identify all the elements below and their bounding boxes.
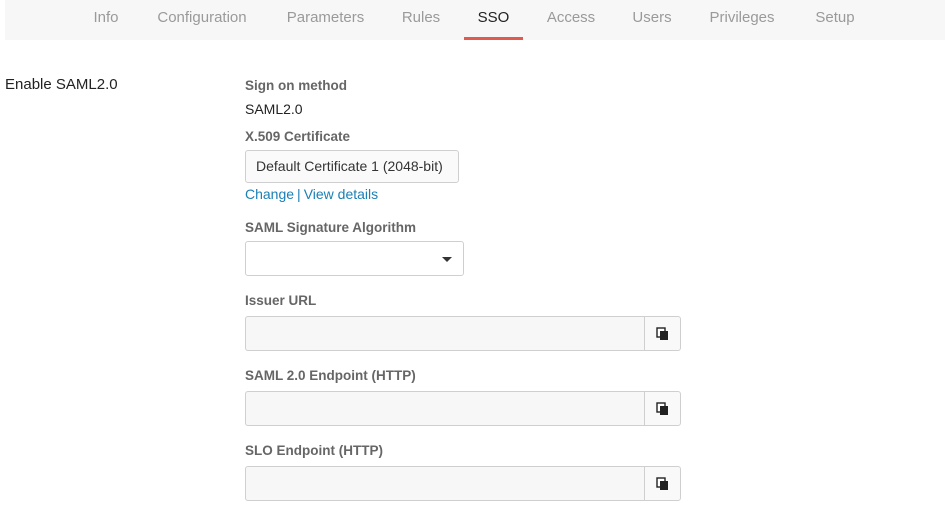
tab-users[interactable]: Users xyxy=(631,0,673,40)
slo-endpoint-group xyxy=(245,466,681,501)
signature-algorithm-label: SAML Signature Algorithm xyxy=(245,220,417,235)
tab-bar: Info Configuration Parameters Rules SSO … xyxy=(5,0,945,40)
copy-icon xyxy=(656,402,668,415)
issuer-url-input[interactable] xyxy=(245,316,645,351)
copy-issuer-url-button[interactable] xyxy=(644,316,681,351)
tab-parameters[interactable]: Parameters xyxy=(285,0,366,40)
chevron-down-icon xyxy=(442,257,452,262)
signature-algorithm-select[interactable] xyxy=(245,241,464,276)
tab-access[interactable]: Access xyxy=(545,0,597,40)
change-certificate-link[interactable]: Change xyxy=(245,186,294,202)
certificate-label: X.509 Certificate xyxy=(245,129,351,144)
tab-sso[interactable]: SSO xyxy=(464,0,523,40)
saml-endpoint-input[interactable] xyxy=(245,391,645,426)
issuer-url-group xyxy=(245,316,681,351)
copy-icon xyxy=(656,327,668,340)
view-details-link[interactable]: View details xyxy=(304,186,378,202)
sign-on-method-value: SAML2.0 xyxy=(245,101,303,117)
copy-saml-endpoint-button[interactable] xyxy=(644,391,681,426)
tab-info[interactable]: Info xyxy=(89,0,123,40)
certificate-links: Change | View details xyxy=(245,186,378,202)
slo-endpoint-input[interactable] xyxy=(245,466,645,501)
sign-on-method-label: Sign on method xyxy=(245,78,347,93)
issuer-url-label: Issuer URL xyxy=(245,293,317,308)
tab-setup[interactable]: Setup xyxy=(813,0,857,40)
tab-privileges[interactable]: Privileges xyxy=(708,0,776,40)
copy-slo-endpoint-button[interactable] xyxy=(644,466,681,501)
section-title: Enable SAML2.0 xyxy=(5,76,118,93)
saml-endpoint-group xyxy=(245,391,681,426)
link-separator: | xyxy=(297,186,301,202)
saml-endpoint-label: SAML 2.0 Endpoint (HTTP) xyxy=(245,368,416,383)
certificate-field: Default Certificate 1 (2048-bit) xyxy=(245,150,459,183)
copy-icon xyxy=(656,477,668,490)
tab-rules[interactable]: Rules xyxy=(401,0,441,40)
tab-configuration[interactable]: Configuration xyxy=(154,0,250,40)
slo-endpoint-label: SLO Endpoint (HTTP) xyxy=(245,443,383,458)
